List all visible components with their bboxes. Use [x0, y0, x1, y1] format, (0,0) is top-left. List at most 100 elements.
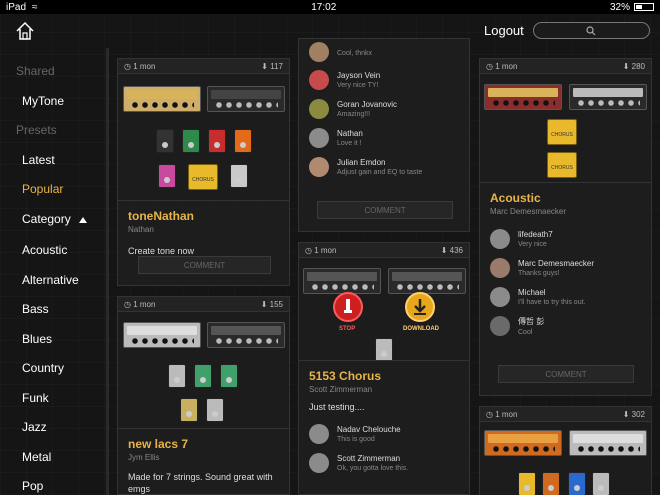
- comment-text: Very nice TY!: [337, 81, 379, 89]
- comment-author[interactable]: Scott Zimmerman: [337, 454, 408, 463]
- card-header: ◷ 1 mon ⬇ 155: [118, 297, 289, 311]
- tone-author: Scott Zimmerman: [309, 385, 373, 394]
- comment-text: This is good: [337, 436, 375, 444]
- sidebar-item-alternative[interactable]: Alternative: [22, 273, 79, 287]
- amp-head: [303, 268, 381, 294]
- sidebar-item-latest[interactable]: Latest: [22, 153, 55, 167]
- comment-author[interactable]: Goran Jovanovic: [337, 100, 397, 109]
- comment-author[interactable]: Nathan: [337, 129, 363, 138]
- card-age: ◷ 1 mon: [486, 61, 518, 71]
- pedal: CHORUS: [188, 164, 218, 190]
- avatar: [309, 69, 329, 90]
- comment-author[interactable]: 傳哲 彭: [518, 316, 544, 327]
- pedal: [180, 398, 198, 422]
- pedal: CHORUS: [547, 119, 577, 145]
- comment-item: Jayson Vein Very nice TY!: [299, 65, 469, 94]
- comment-item: Nathan Love it !: [299, 123, 469, 152]
- comment-item: Nadav Chelouche This is good: [299, 420, 469, 449]
- pedal: [568, 472, 586, 495]
- sidebar-item-mytone[interactable]: MyTone: [22, 94, 64, 108]
- avatar: [309, 453, 329, 474]
- pedal: CHORUS: [547, 152, 577, 178]
- comment-item: 傳哲 彭 Cool: [480, 311, 651, 340]
- pedal: [182, 129, 200, 153]
- search-input[interactable]: [533, 22, 650, 39]
- tone-card[interactable]: ◷ 1 mon ⬇ 436 STOP DOWNLOAD 5153 Chorus …: [298, 242, 470, 495]
- card-age: ◷ 1 mon: [305, 245, 337, 255]
- comment-text: I'll have to try this out.: [518, 298, 586, 306]
- tone-title[interactable]: 5153 Chorus: [299, 361, 469, 385]
- pedal: [156, 129, 174, 153]
- comment-item: Goran Jovanovic Amazing!!!: [299, 94, 469, 123]
- stop-button[interactable]: [333, 292, 363, 322]
- avatar: [309, 98, 329, 119]
- section-shared: Shared: [16, 64, 55, 78]
- tone-card[interactable]: Cool, thnkx Jayson Vein Very nice TY! Gor…: [298, 38, 470, 232]
- battery-percent: 32%: [609, 1, 630, 13]
- tone-title[interactable]: toneNathan: [118, 201, 289, 225]
- comment-button[interactable]: COMMENT: [317, 201, 453, 219]
- sidebar-item-pop[interactable]: Pop: [22, 479, 43, 493]
- home-icon[interactable]: [14, 20, 36, 42]
- sidebar-item-bass[interactable]: Bass: [22, 302, 49, 316]
- comment-button[interactable]: COMMENT: [498, 365, 634, 383]
- search-icon: [586, 26, 596, 36]
- download-icon: [414, 299, 426, 315]
- tone-card[interactable]: ◷ 1 mon ⬇ 302: [479, 406, 652, 495]
- comment-author[interactable]: lifedeath7: [518, 230, 553, 239]
- amp-head: [569, 84, 647, 110]
- sidebar-divider: [106, 48, 109, 495]
- comment-text: Thanks guys!: [518, 269, 560, 277]
- pedal: [230, 164, 248, 188]
- card-header: ◷ 1 mon ⬇ 117: [118, 59, 289, 73]
- logout-button[interactable]: Logout: [484, 23, 524, 38]
- comment-text: Cool, thnkx: [337, 49, 373, 57]
- comment-author[interactable]: Michael: [518, 288, 585, 297]
- sidebar-item-popular[interactable]: Popular: [22, 182, 63, 196]
- sidebar-item-jazz[interactable]: Jazz: [22, 420, 47, 434]
- comment-text: Amazing!!!: [337, 110, 371, 118]
- tone-title[interactable]: Acoustic: [480, 183, 651, 207]
- pedal: [220, 364, 238, 388]
- sidebar-item-blues[interactable]: Blues: [22, 332, 52, 346]
- avatar: [309, 127, 329, 148]
- comment-author[interactable]: Julian Emdon: [337, 158, 422, 167]
- rig-preview[interactable]: STOP DOWNLOAD: [299, 257, 469, 361]
- download-count: ⬇ 302: [622, 409, 645, 419]
- comment-button[interactable]: COMMENT: [138, 256, 271, 274]
- sidebar-item-category[interactable]: Category: [22, 212, 87, 226]
- tone-author: Marc Demesmaecker: [490, 207, 567, 216]
- download-count: ⬇ 155: [260, 299, 283, 309]
- sidebar-item-country[interactable]: Country: [22, 361, 64, 375]
- clock: 17:02: [311, 1, 337, 13]
- download-button[interactable]: [405, 292, 435, 322]
- sidebar-item-metal[interactable]: Metal: [22, 450, 51, 464]
- sidebar-item-funk[interactable]: Funk: [22, 391, 49, 405]
- tone-title[interactable]: new lacs 7: [118, 429, 289, 453]
- sidebar-item-acoustic[interactable]: Acoustic: [22, 243, 67, 257]
- tone-description: Made for 7 strings. Sound great with emg…: [128, 472, 273, 494]
- comment-author[interactable]: Nadav Chelouche: [337, 425, 401, 434]
- rig-preview[interactable]: CHORUS CHORUS: [480, 73, 651, 183]
- avatar: [490, 257, 510, 278]
- tone-card[interactable]: ◷ 1 mon ⬇ 280 CHORUS CHORUS Acoustic Mar…: [479, 58, 652, 396]
- battery-icon: [634, 3, 654, 11]
- comment-author[interactable]: Jayson Vein: [337, 71, 380, 80]
- avatar: [490, 286, 510, 307]
- pedal: [542, 472, 560, 495]
- rig-preview[interactable]: CHORUS: [118, 73, 289, 201]
- rig-preview[interactable]: [118, 311, 289, 429]
- wifi-icon: ≈: [32, 1, 38, 13]
- comment-author[interactable]: Marc Demesmaecker: [518, 259, 594, 268]
- rig-preview[interactable]: [480, 421, 651, 495]
- tone-card[interactable]: ◷ 1 mon ⬇ 155 new lacs 7 Jym Ellis Made …: [117, 296, 290, 495]
- download-count: ⬇ 436: [440, 245, 463, 255]
- section-presets: Presets: [16, 123, 57, 137]
- comment-item: lifedeath7 Very nice: [480, 224, 651, 253]
- tone-description: Create tone now: [128, 246, 195, 256]
- card-age: ◷ 1 mon: [486, 409, 518, 419]
- tone-card[interactable]: ◷ 1 mon ⬇ 117 CHORUS toneNathan Nathan C…: [117, 58, 290, 286]
- download-label: DOWNLOAD: [403, 326, 439, 332]
- sidebar: Shared MyTone Presets Latest Popular Cat…: [0, 48, 106, 495]
- card-header: ◷ 1 mon ⬇ 280: [480, 59, 651, 73]
